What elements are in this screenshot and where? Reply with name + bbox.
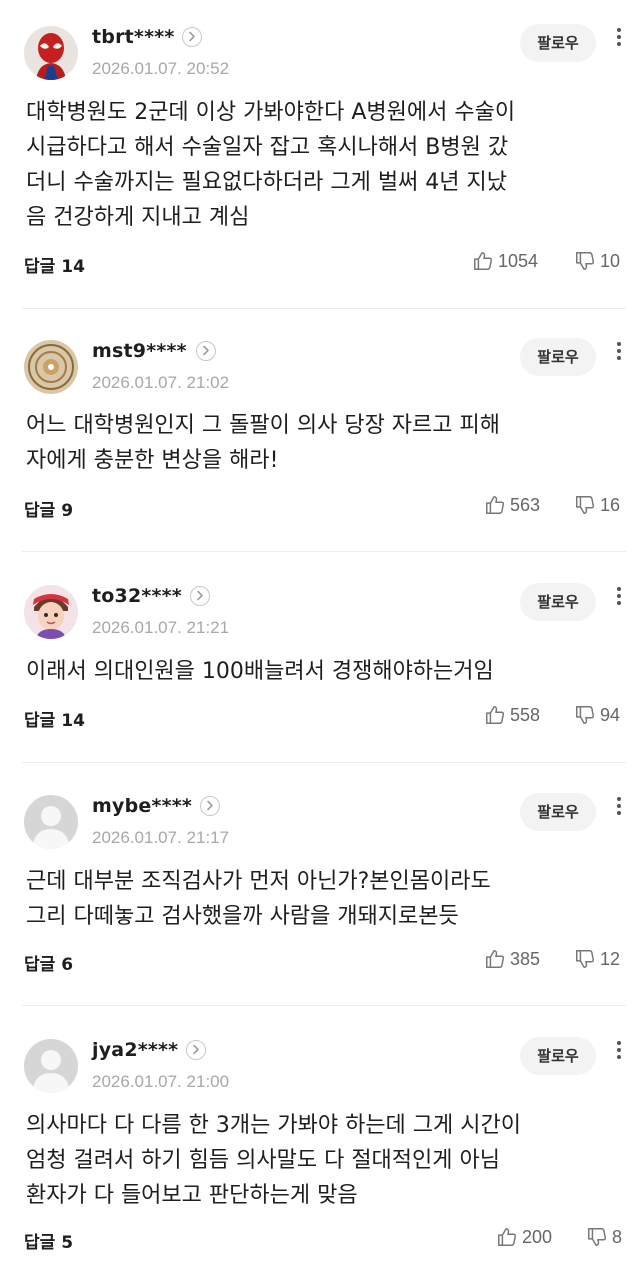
nickname[interactable]: to32****	[92, 585, 182, 607]
thumbs-up-icon	[486, 950, 505, 968]
more-options-icon[interactable]	[612, 1038, 626, 1068]
comment-text-line: 의사마다 다 다름 한 3개는 가봐야 하는데 그게 시간이	[26, 1113, 521, 1138]
comment-text-line: 이래서 의대인원을 100배늘려서 경쟁해야하는거임	[26, 659, 494, 684]
dislike-button[interactable]: 12	[574, 948, 620, 970]
dislike-button[interactable]: 8	[586, 1226, 622, 1248]
like-button[interactable]: 558	[484, 704, 540, 726]
comment-text-line: 음 건강하게 지내고 계심	[26, 205, 250, 230]
nickname[interactable]: mst9****	[92, 340, 187, 362]
chevron-right-icon[interactable]	[196, 341, 216, 361]
dislike-count: 8	[612, 1226, 623, 1247]
follow-button[interactable]: 팔로우	[520, 793, 596, 831]
comment-text: 대학병원도 2군데 이상 가봐야한다 A병원에서 수술이시급하다고 해서 수술일…	[26, 95, 616, 235]
thumbs-up-icon	[486, 496, 505, 514]
spiderman-avatar[interactable]	[24, 26, 78, 80]
reply-button[interactable]: 답글 14	[24, 706, 85, 731]
reply-label: 답글	[24, 711, 56, 731]
thumbs-up-icon	[486, 706, 505, 724]
comment-text-line: 더니 수술까지는 필요없다하더라 그게 벌써 4년 지났	[26, 170, 507, 195]
like-count: 385	[510, 948, 541, 969]
default-avatar[interactable]	[24, 795, 78, 849]
thumbs-down-icon	[588, 1228, 607, 1246]
reply-count: 9	[61, 501, 74, 521]
like-count: 200	[522, 1226, 553, 1247]
comment-text-line: 환자가 다 들어보고 판단하는게 맞음	[26, 1183, 358, 1208]
chevron-right-icon[interactable]	[186, 1040, 206, 1060]
dislike-count: 16	[600, 494, 621, 515]
follow-button[interactable]: 팔로우	[520, 24, 596, 62]
comment-date: 2026.01.07. 21:17	[92, 828, 230, 847]
like-button[interactable]: 563	[484, 494, 540, 516]
chevron-right-icon[interactable]	[182, 27, 202, 47]
more-options-icon[interactable]	[612, 584, 626, 614]
dislike-count: 10	[600, 250, 621, 271]
dislike-count: 12	[600, 948, 621, 969]
thumbs-down-icon	[576, 496, 595, 514]
comment-date: 2026.01.07. 21:02	[92, 373, 230, 392]
dislike-button[interactable]: 10	[574, 250, 620, 272]
follow-button[interactable]: 팔로우	[520, 1037, 596, 1075]
comment-text: 근데 대부분 조직검사가 먼저 아닌가?본인몸이라도그리 다떼놓고 검사했을까 …	[26, 864, 616, 934]
comment-text-line: 시급하다고 해서 수술일자 잡고 혹시나해서 B병원 갔	[26, 135, 509, 160]
like-count: 1054	[498, 250, 539, 271]
comment-text-line: 대학병원도 2군데 이상 가봐야한다 A병원에서 수술이	[26, 100, 516, 125]
reply-count: 6	[61, 955, 74, 975]
dislike-count: 94	[600, 704, 621, 725]
comment-feed: tbrt**** 2026.01.07. 20:52 팔로우 대학병원도 2군데 이상…	[0, 0, 640, 1280]
reply-count: 14	[61, 711, 85, 731]
comment-text: 의사마다 다 다름 한 3개는 가봐야 하는데 그게 시간이엄청 걸려서 하기 …	[26, 1108, 616, 1213]
nickname[interactable]: mybe****	[92, 795, 192, 817]
dislike-button[interactable]: 16	[574, 494, 620, 516]
reply-count: 5	[61, 1233, 74, 1253]
chevron-right-icon[interactable]	[190, 586, 210, 606]
thumbs-down-icon	[576, 706, 595, 724]
mandala-avatar[interactable]	[24, 340, 78, 394]
reply-label: 답글	[24, 257, 56, 277]
comment-text: 이래서 의대인원을 100배늘려서 경쟁해야하는거임	[26, 654, 616, 689]
comment-text-line: 그리 다떼놓고 검사했을까 사람을 개돼지로본듯	[26, 904, 459, 929]
thumbs-down-icon	[576, 950, 595, 968]
reply-button[interactable]: 답글 6	[24, 950, 73, 975]
default-avatar[interactable]	[24, 1039, 78, 1093]
comment-divider	[22, 1005, 626, 1006]
comment-divider	[22, 551, 626, 552]
chevron-right-icon[interactable]	[200, 796, 220, 816]
comment-divider	[22, 762, 626, 763]
thumbs-up-icon	[498, 1228, 517, 1246]
like-count: 563	[510, 494, 541, 515]
follow-button[interactable]: 팔로우	[520, 583, 596, 621]
comment-text-line: 근데 대부분 조직검사가 먼저 아닌가?본인몸이라도	[26, 869, 491, 894]
more-options-icon[interactable]	[612, 339, 626, 369]
dislike-button[interactable]: 94	[574, 704, 620, 726]
comment-text-line: 엄청 걸려서 하기 힘듬 의사말도 다 절대적인게 아님	[26, 1148, 500, 1173]
reply-label: 답글	[24, 1233, 56, 1253]
comment-text-line: 어느 대학병원인지 그 돌팔이 의사 당장 자르고 피해	[26, 413, 500, 438]
comment-divider	[22, 308, 626, 309]
reply-label: 답글	[24, 501, 56, 521]
cartoon-boy-avatar[interactable]	[24, 585, 78, 639]
thumbs-down-icon	[576, 252, 595, 270]
like-count: 558	[510, 704, 541, 725]
comment-text-line: 자에게 충분한 변상을 해라!	[26, 448, 279, 473]
thumbs-up-icon	[474, 252, 493, 270]
reply-count: 14	[61, 257, 85, 277]
nickname[interactable]: tbrt****	[92, 26, 174, 48]
follow-button[interactable]: 팔로우	[520, 338, 596, 376]
reply-button[interactable]: 답글 9	[24, 496, 73, 521]
more-options-icon[interactable]	[612, 794, 626, 824]
reply-label: 답글	[24, 955, 56, 975]
like-button[interactable]: 1054	[472, 250, 538, 272]
reply-button[interactable]: 답글 5	[24, 1228, 73, 1253]
reply-button[interactable]: 답글 14	[24, 252, 85, 277]
comment-text: 어느 대학병원인지 그 돌팔이 의사 당장 자르고 피해자에게 충분한 변상을 …	[26, 408, 616, 478]
like-button[interactable]: 385	[484, 948, 540, 970]
more-options-icon[interactable]	[612, 25, 626, 55]
like-button[interactable]: 200	[496, 1226, 552, 1248]
comment-date: 2026.01.07. 21:00	[92, 1072, 230, 1091]
comment-date: 2026.01.07. 20:52	[92, 59, 230, 78]
nickname[interactable]: jya2****	[92, 1039, 178, 1061]
comment-date: 2026.01.07. 21:21	[92, 618, 230, 637]
